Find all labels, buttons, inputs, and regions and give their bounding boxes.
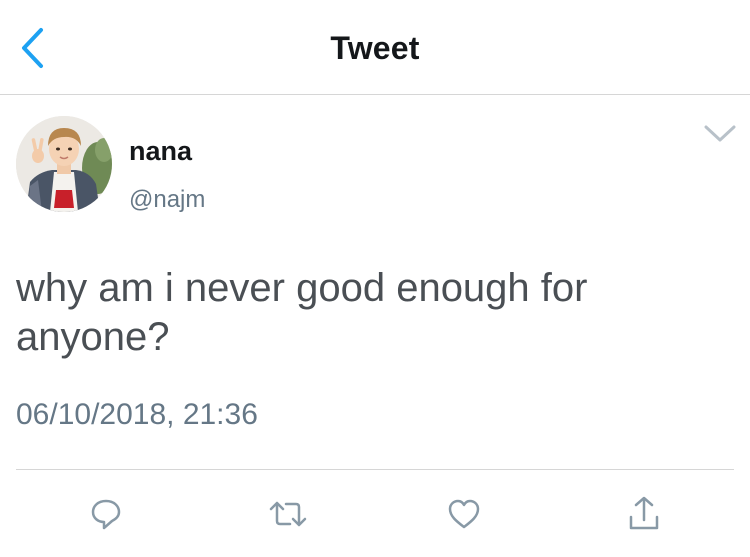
reply-icon: [91, 499, 121, 530]
profile-photo: [16, 116, 112, 212]
reply-button[interactable]: [84, 492, 128, 536]
tweet-text: why am i never good enough for anyone?: [16, 266, 588, 359]
share-button[interactable]: [622, 492, 666, 536]
divider: [16, 469, 734, 470]
author-handle[interactable]: @najm: [129, 186, 205, 214]
tweet-menu-button[interactable]: [700, 118, 740, 148]
retweet-button[interactable]: [266, 492, 310, 536]
navigation-bar: Tweet: [0, 0, 750, 95]
page-title: Tweet: [330, 30, 420, 66]
like-icon: [448, 499, 480, 529]
retweet-icon: [269, 501, 307, 527]
share-icon: [629, 496, 659, 530]
avatar[interactable]: [16, 116, 112, 212]
like-button[interactable]: [442, 492, 486, 536]
chevron-down-icon: [704, 125, 736, 142]
tweet-timestamp: 06/10/2018, 21:36: [16, 398, 258, 431]
author-display-name[interactable]: nana: [129, 136, 192, 167]
